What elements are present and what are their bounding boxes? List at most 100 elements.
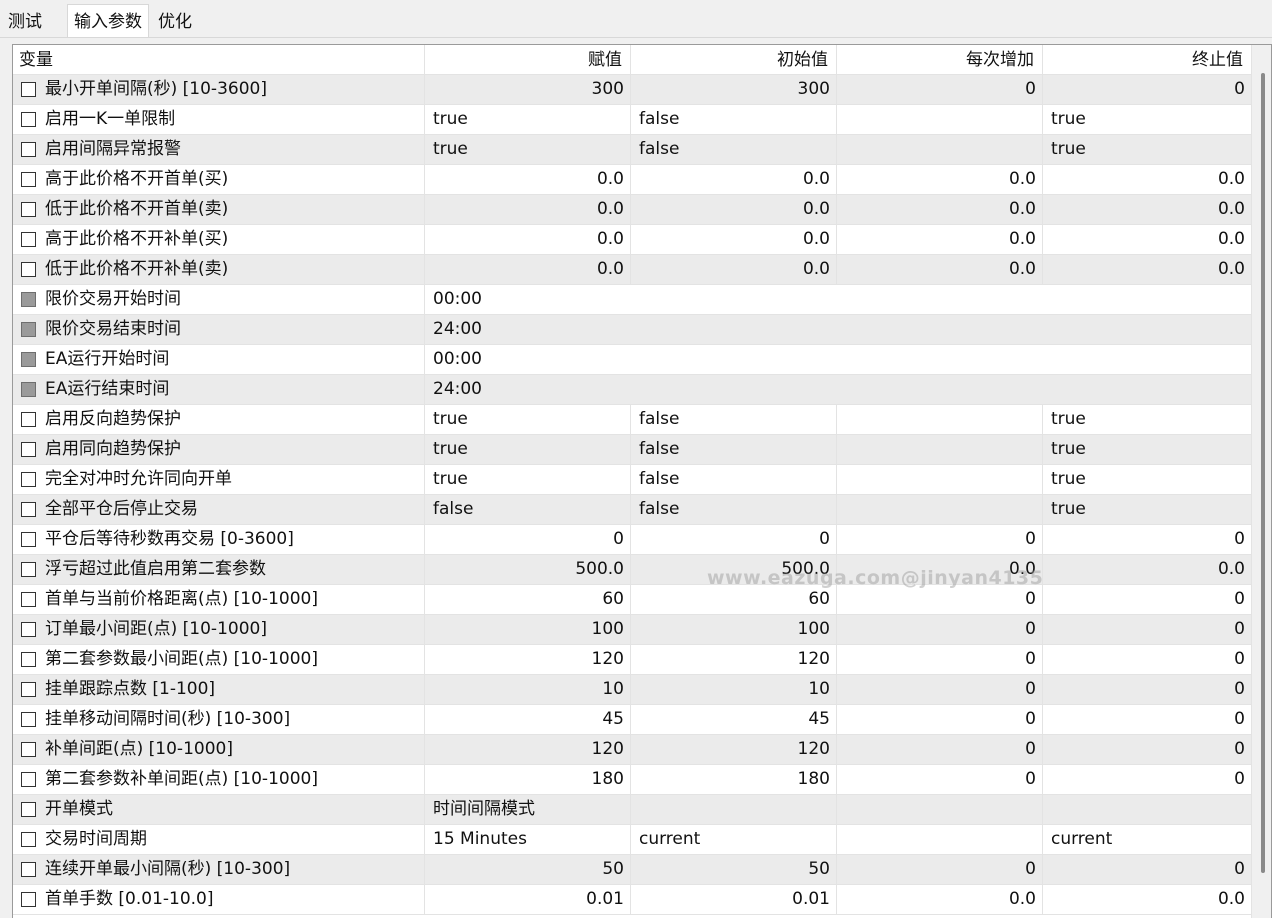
stop-cell[interactable]: true — [1043, 105, 1251, 135]
table-row[interactable]: 挂单跟踪点数 [1-100] 10 10 0 0 — [13, 675, 1251, 705]
start-cell[interactable]: 0.0 — [631, 255, 837, 285]
value-cell[interactable]: 45 — [425, 705, 631, 735]
value-cell[interactable]: true — [425, 105, 631, 135]
stop-cell[interactable]: true — [1043, 465, 1251, 495]
value-cell[interactable]: 时间间隔模式 — [425, 795, 631, 825]
table-row[interactable]: 启用同向趋势保护 true false true — [13, 435, 1251, 465]
stop-cell[interactable]: 0 — [1043, 525, 1251, 555]
start-cell[interactable]: false — [631, 105, 837, 135]
start-cell[interactable]: 0.0 — [631, 165, 837, 195]
optimize-checkbox[interactable] — [21, 352, 36, 367]
table-row[interactable]: 低于此价格不开补单(卖) 0.0 0.0 0.0 0.0 — [13, 255, 1251, 285]
vertical-scrollbar[interactable] — [1251, 45, 1271, 918]
start-cell[interactable]: 100 — [631, 615, 837, 645]
table-row[interactable]: 低于此价格不开首单(卖) 0.0 0.0 0.0 0.0 — [13, 195, 1251, 225]
table-row[interactable]: 全部平仓后停止交易 false false true — [13, 495, 1251, 525]
stop-cell[interactable]: 0.0 — [1043, 195, 1251, 225]
step-cell[interactable] — [837, 495, 1043, 525]
value-cell[interactable]: 50 — [425, 855, 631, 885]
start-cell[interactable]: false — [631, 495, 837, 525]
optimize-checkbox[interactable] — [21, 532, 36, 547]
step-cell[interactable] — [837, 405, 1043, 435]
step-cell[interactable]: 0 — [837, 675, 1043, 705]
table-row[interactable]: 浮亏超过此值启用第二套参数 500.0 500.0 0.0 0.0 — [13, 555, 1251, 585]
start-cell[interactable]: 500.0 — [631, 555, 837, 585]
optimize-checkbox[interactable] — [21, 862, 36, 877]
optimize-checkbox[interactable] — [21, 742, 36, 757]
stop-cell[interactable]: current — [1043, 825, 1251, 855]
start-cell[interactable]: 0 — [631, 525, 837, 555]
step-cell[interactable]: 0 — [837, 525, 1043, 555]
tab-inputs[interactable]: 输入参数 — [67, 4, 149, 38]
table-row[interactable]: 限价交易开始时间 00:00 — [13, 285, 1251, 315]
value-cell[interactable]: 0.0 — [425, 165, 631, 195]
optimize-checkbox[interactable] — [21, 142, 36, 157]
value-cell[interactable]: 120 — [425, 735, 631, 765]
optimize-checkbox[interactable] — [21, 412, 36, 427]
value-cell[interactable]: true — [425, 465, 631, 495]
start-cell[interactable]: false — [631, 465, 837, 495]
optimize-checkbox[interactable] — [21, 202, 36, 217]
table-row[interactable]: 挂单移动间隔时间(秒) [10-300] 45 45 0 0 — [13, 705, 1251, 735]
optimize-checkbox[interactable] — [21, 682, 36, 697]
table-row[interactable]: 首单与当前价格距离(点) [10-1000] 60 60 0 0 — [13, 585, 1251, 615]
tab-optimization[interactable]: 优化 — [154, 7, 196, 37]
table-row[interactable]: 启用一K一单限制 true false true — [13, 105, 1251, 135]
stop-cell[interactable]: 0 — [1043, 75, 1251, 105]
start-cell[interactable]: 120 — [631, 645, 837, 675]
optimize-checkbox[interactable] — [21, 322, 36, 337]
header-step[interactable]: 每次增加 — [837, 45, 1043, 75]
table-row[interactable]: 完全对冲时允许同向开单 true false true — [13, 465, 1251, 495]
start-cell[interactable]: 300 — [631, 75, 837, 105]
stop-cell[interactable]: 0 — [1043, 705, 1251, 735]
optimize-checkbox[interactable] — [21, 112, 36, 127]
value-cell[interactable]: 180 — [425, 765, 631, 795]
table-row[interactable]: 补单间距(点) [10-1000] 120 120 0 0 — [13, 735, 1251, 765]
optimize-checkbox[interactable] — [21, 292, 36, 307]
stop-cell[interactable]: 0.0 — [1043, 255, 1251, 285]
start-cell[interactable]: 0.01 — [631, 885, 837, 915]
value-cell[interactable]: 0.0 — [425, 225, 631, 255]
value-cell[interactable]: true — [425, 435, 631, 465]
value-cell[interactable]: 120 — [425, 645, 631, 675]
step-cell[interactable]: 0.0 — [837, 165, 1043, 195]
start-cell[interactable]: false — [631, 435, 837, 465]
optimize-checkbox[interactable] — [21, 262, 36, 277]
optimize-checkbox[interactable] — [21, 442, 36, 457]
step-cell[interactable]: 0 — [837, 735, 1043, 765]
value-cell[interactable]: 24:00 — [425, 375, 1251, 405]
step-cell[interactable] — [837, 105, 1043, 135]
value-cell[interactable]: 60 — [425, 585, 631, 615]
start-cell[interactable]: 0.0 — [631, 195, 837, 225]
value-cell[interactable]: 00:00 — [425, 285, 1251, 315]
step-cell[interactable]: 0 — [837, 645, 1043, 675]
scrollbar-thumb[interactable] — [1261, 73, 1265, 873]
table-row[interactable]: 限价交易结束时间 24:00 — [13, 315, 1251, 345]
start-cell[interactable]: current — [631, 825, 837, 855]
optimize-checkbox[interactable] — [21, 652, 36, 667]
table-row[interactable]: 第二套参数补单间距(点) [10-1000] 180 180 0 0 — [13, 765, 1251, 795]
value-cell[interactable]: true — [425, 135, 631, 165]
step-cell[interactable]: 0 — [837, 705, 1043, 735]
optimize-checkbox[interactable] — [21, 172, 36, 187]
stop-cell[interactable]: true — [1043, 135, 1251, 165]
table-row[interactable]: 高于此价格不开首单(买) 0.0 0.0 0.0 0.0 — [13, 165, 1251, 195]
step-cell[interactable] — [837, 465, 1043, 495]
step-cell[interactable] — [837, 435, 1043, 465]
start-cell[interactable] — [631, 795, 837, 825]
optimize-checkbox[interactable] — [21, 832, 36, 847]
stop-cell[interactable]: true — [1043, 495, 1251, 525]
optimize-checkbox[interactable] — [21, 712, 36, 727]
value-cell[interactable]: 100 — [425, 615, 631, 645]
step-cell[interactable]: 0 — [837, 75, 1043, 105]
stop-cell[interactable]: 0 — [1043, 645, 1251, 675]
start-cell[interactable]: false — [631, 135, 837, 165]
value-cell[interactable]: 0.0 — [425, 255, 631, 285]
stop-cell[interactable]: 0 — [1043, 765, 1251, 795]
step-cell[interactable] — [837, 135, 1043, 165]
stop-cell[interactable]: true — [1043, 435, 1251, 465]
value-cell[interactable]: 24:00 — [425, 315, 1251, 345]
optimize-checkbox[interactable] — [21, 382, 36, 397]
header-stop[interactable]: 终止值 — [1043, 45, 1251, 75]
value-cell[interactable]: 300 — [425, 75, 631, 105]
